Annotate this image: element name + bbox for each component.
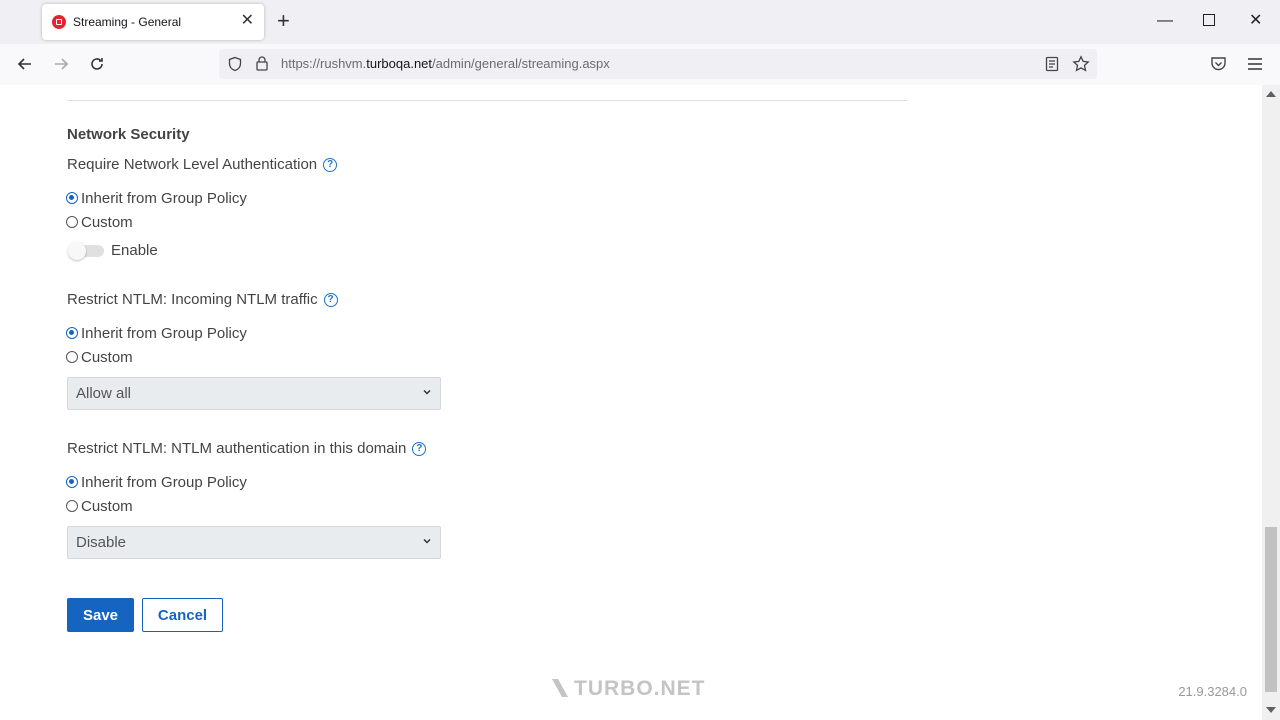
nla-option-inherit[interactable]: Inherit from Group Policy	[66, 190, 247, 210]
help-icon[interactable]: ?	[323, 158, 338, 172]
incoming-ntlm-label: Restrict NTLM: Incoming NTLM traffic	[67, 291, 318, 308]
address-bar[interactable]: https://rushvm.turboqa.net/admin/general…	[219, 49, 1097, 79]
pocket-icon[interactable]	[1210, 56, 1227, 72]
toggle-knob	[68, 242, 86, 260]
nla-enable-toggle[interactable]	[68, 242, 104, 260]
radio-unchecked-icon[interactable]	[66, 351, 78, 363]
browser-nav-bar: https://rushvm.turboqa.net/admin/general…	[0, 44, 1280, 86]
radio-label: Custom	[81, 349, 133, 366]
help-icon[interactable]: ?	[323, 293, 338, 307]
page-scrollbar[interactable]	[1262, 85, 1280, 720]
radio-label: Inherit from Group Policy	[81, 325, 247, 342]
help-icon[interactable]: ?	[412, 442, 427, 456]
lock-icon[interactable]	[255, 55, 269, 72]
radio-checked-icon[interactable]	[66, 476, 78, 488]
select-value: Disable	[76, 534, 127, 551]
forward-icon[interactable]	[51, 54, 71, 74]
radio-unchecked-icon[interactable]	[66, 500, 78, 512]
url-path: /admin/general/streaming.aspx	[432, 56, 610, 71]
turbo-logo-icon	[552, 679, 568, 697]
version-text: 21.9.3284.0	[1178, 684, 1247, 699]
nla-label: Require Network Level Authentication	[67, 156, 318, 173]
domain-ntlm-field: Restrict NTLM: NTLM authentication in th…	[67, 440, 427, 457]
select-value: Allow all	[76, 385, 132, 402]
nla-field: Require Network Level Authentication?	[67, 156, 338, 173]
tab-close-icon[interactable]: ✕	[241, 12, 254, 30]
save-button[interactable]: Save	[67, 598, 134, 632]
scrollbar-thumb[interactable]	[1265, 527, 1277, 692]
radio-label: Custom	[81, 498, 133, 515]
cancel-button[interactable]: Cancel	[142, 598, 223, 632]
radio-label: Inherit from Group Policy	[81, 474, 247, 491]
incoming-ntlm-select[interactable]: Allow all	[67, 377, 441, 410]
chevron-down-icon	[423, 538, 431, 544]
minimize-icon[interactable]: —	[1157, 12, 1173, 30]
window-close-icon[interactable]: ✕	[1249, 12, 1262, 30]
toggle-label: Enable	[111, 242, 158, 259]
back-icon[interactable]	[15, 54, 35, 74]
page-content: Network Security Require Network Level A…	[0, 85, 1262, 720]
url-domain: turboqa.net	[366, 56, 433, 71]
browser-tab-bar: Streaming - General ✕ + — ✕	[0, 0, 1280, 44]
shield-icon[interactable]	[227, 56, 243, 72]
reader-view-icon[interactable]	[1045, 56, 1059, 72]
radio-label: Custom	[81, 214, 133, 231]
nla-option-custom[interactable]: Custom	[66, 214, 133, 234]
reload-icon[interactable]	[87, 54, 107, 74]
radio-checked-icon[interactable]	[66, 192, 78, 204]
incoming-ntlm-field: Restrict NTLM: Incoming NTLM traffic?	[67, 291, 338, 308]
section-title: Network Security	[67, 126, 190, 143]
tab-title: Streaming - General	[73, 15, 182, 29]
maximize-icon[interactable]	[1203, 14, 1215, 26]
domain-ntlm-option-custom[interactable]: Custom	[66, 498, 133, 518]
incoming-ntlm-option-custom[interactable]: Custom	[66, 349, 133, 369]
domain-ntlm-select[interactable]: Disable	[67, 526, 441, 559]
domain-ntlm-option-inherit[interactable]: Inherit from Group Policy	[66, 474, 247, 494]
new-tab-icon[interactable]: +	[277, 10, 290, 32]
incoming-ntlm-option-inherit[interactable]: Inherit from Group Policy	[66, 325, 247, 345]
turbo-favicon-icon	[52, 15, 66, 29]
scroll-up-arrow-icon[interactable]	[1266, 91, 1276, 97]
url-text[interactable]: https://rushvm.turboqa.net/admin/general…	[281, 56, 610, 71]
menu-icon[interactable]	[1247, 57, 1263, 71]
brand-text: TURBO.NET	[574, 677, 706, 700]
radio-label: Inherit from Group Policy	[81, 190, 247, 207]
radio-checked-icon[interactable]	[66, 327, 78, 339]
chevron-down-icon	[423, 389, 431, 395]
domain-ntlm-label: Restrict NTLM: NTLM authentication in th…	[67, 440, 407, 457]
scroll-down-arrow-icon[interactable]	[1266, 707, 1276, 713]
radio-unchecked-icon[interactable]	[66, 216, 78, 228]
bookmark-star-icon[interactable]	[1072, 55, 1090, 73]
turbo-logo: TURBO.NET	[552, 677, 706, 701]
url-prefix: https://rushvm.	[281, 56, 367, 71]
browser-tab[interactable]: Streaming - General ✕	[42, 4, 264, 40]
section-divider	[67, 100, 907, 101]
